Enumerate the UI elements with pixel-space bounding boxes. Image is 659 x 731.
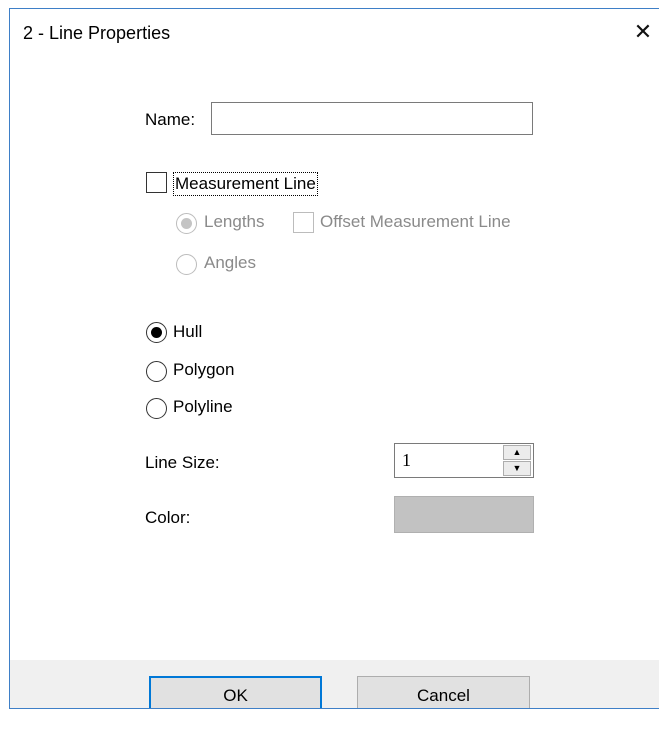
angles-label: Angles <box>204 253 256 272</box>
name-input[interactable] <box>211 102 533 135</box>
line-size-stepper[interactable]: 1 ▲ ▼ <box>394 443 534 478</box>
angles-radio[interactable] <box>176 254 197 275</box>
line-properties-dialog: 2 - Line Properties ✕ Name: Measurement … <box>0 0 659 731</box>
lengths-radio[interactable] <box>176 213 197 234</box>
background-area <box>0 709 659 731</box>
name-label: Name: <box>145 110 196 129</box>
lengths-label: Lengths <box>204 212 265 231</box>
polygon-radio[interactable] <box>146 361 167 382</box>
close-icon[interactable]: ✕ <box>630 16 656 48</box>
color-label: Color: <box>145 508 191 527</box>
measurement-line-label[interactable]: Measurement Line <box>173 172 318 196</box>
window-border-left <box>9 8 10 709</box>
polygon-label: Polygon <box>173 360 235 379</box>
lengths-radio-dot <box>181 218 192 229</box>
dialog-footer: OK Cancel <box>10 660 659 715</box>
spin-down-icon[interactable]: ▼ <box>503 461 531 476</box>
hull-radio-dot <box>151 327 162 338</box>
line-size-value[interactable]: 1 <box>402 450 411 471</box>
measurement-line-checkbox[interactable] <box>146 172 167 193</box>
hull-radio[interactable] <box>146 322 167 343</box>
color-swatch[interactable] <box>394 496 534 533</box>
polyline-radio[interactable] <box>146 398 167 419</box>
offset-measurement-line-label: Offset Measurement Line <box>320 212 511 231</box>
hull-label: Hull <box>173 322 203 341</box>
spin-up-icon[interactable]: ▲ <box>503 445 531 460</box>
offset-measurement-line-checkbox[interactable] <box>293 212 314 233</box>
dialog-title: 2 - Line Properties <box>23 23 171 43</box>
window-border-top <box>9 8 659 9</box>
line-size-label: Line Size: <box>145 453 220 472</box>
polyline-label: Polyline <box>173 397 233 416</box>
